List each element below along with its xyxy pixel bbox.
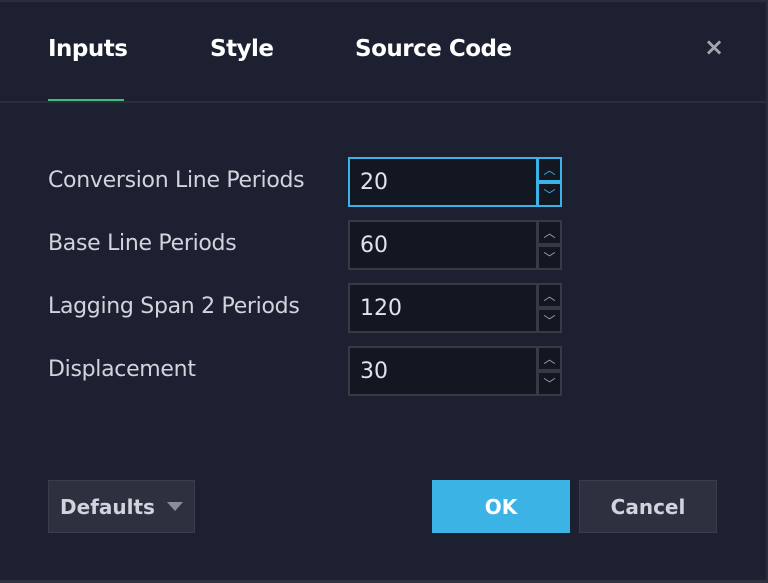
lagging-span-2-periods-input[interactable] (348, 283, 538, 333)
increment-chevron-up-icon[interactable]: ︿ (537, 220, 562, 245)
field-label: Lagging Span 2 Periods (48, 294, 300, 319)
decrement-chevron-down-icon[interactable]: ﹀ (537, 371, 562, 396)
conversion-line-periods-input[interactable] (348, 157, 538, 207)
field-displacement: Displacement ︿ ﹀ (0, 346, 768, 396)
displacement-input[interactable] (348, 346, 538, 396)
cancel-button[interactable]: Cancel (579, 480, 717, 533)
tab-inputs[interactable]: Inputs (48, 36, 128, 62)
close-icon[interactable]: × (704, 33, 724, 61)
field-label: Base Line Periods (48, 231, 237, 256)
tab-source-code[interactable]: Source Code (355, 36, 512, 62)
ok-button[interactable]: OK (432, 480, 570, 533)
tab-style[interactable]: Style (210, 36, 274, 62)
increment-chevron-up-icon[interactable]: ︿ (537, 283, 562, 308)
caret-down-icon (166, 502, 183, 511)
tab-divider (0, 101, 768, 103)
decrement-chevron-down-icon[interactable]: ﹀ (537, 182, 562, 207)
increment-chevron-up-icon[interactable]: ︿ (537, 346, 562, 371)
field-label: Conversion Line Periods (48, 168, 305, 193)
decrement-chevron-down-icon[interactable]: ﹀ (537, 245, 562, 270)
field-label: Displacement (48, 357, 196, 382)
base-line-periods-input[interactable] (348, 220, 538, 270)
field-conversion-line-periods: Conversion Line Periods ︿ ﹀ (0, 157, 768, 207)
defaults-dropdown-button[interactable]: Defaults (48, 480, 195, 533)
defaults-label: Defaults (60, 494, 155, 519)
increment-chevron-up-icon[interactable]: ︿ (537, 157, 562, 182)
field-lagging-span-2-periods: Lagging Span 2 Periods ︿ ﹀ (0, 283, 768, 333)
field-base-line-periods: Base Line Periods ︿ ﹀ (0, 220, 768, 270)
decrement-chevron-down-icon[interactable]: ﹀ (537, 308, 562, 333)
